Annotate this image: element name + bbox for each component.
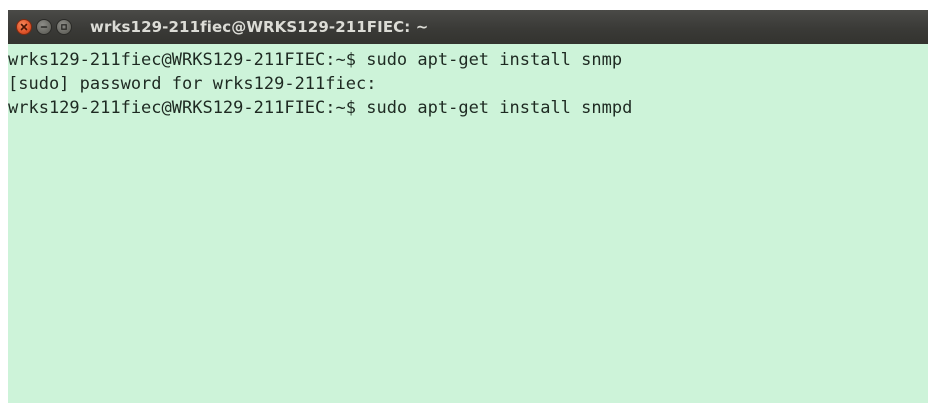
terminal-line: wrks129-211fiec@WRKS129-211FIEC:~$ sudo … [8,50,623,70]
close-button[interactable] [16,19,32,35]
window-controls [16,19,72,35]
terminal-window: wrks129-211fiec@WRKS129-211FIEC: ~ wrks1… [8,10,928,403]
minimize-button[interactable] [36,19,52,35]
title-bar[interactable]: wrks129-211fiec@WRKS129-211FIEC: ~ [8,10,928,44]
maximize-icon [61,24,67,30]
maximize-button[interactable] [56,19,72,35]
terminal-line: [sudo] password for wrks129-211fiec: [8,74,377,94]
window-title: wrks129-211fiec@WRKS129-211FIEC: ~ [90,18,429,36]
minimize-icon [40,26,48,28]
terminal-output[interactable]: wrks129-211fiec@WRKS129-211FIEC:~$ sudo … [8,48,928,120]
terminal-line: wrks129-211fiec@WRKS129-211FIEC:~$ sudo … [8,98,633,118]
close-icon [20,23,28,31]
